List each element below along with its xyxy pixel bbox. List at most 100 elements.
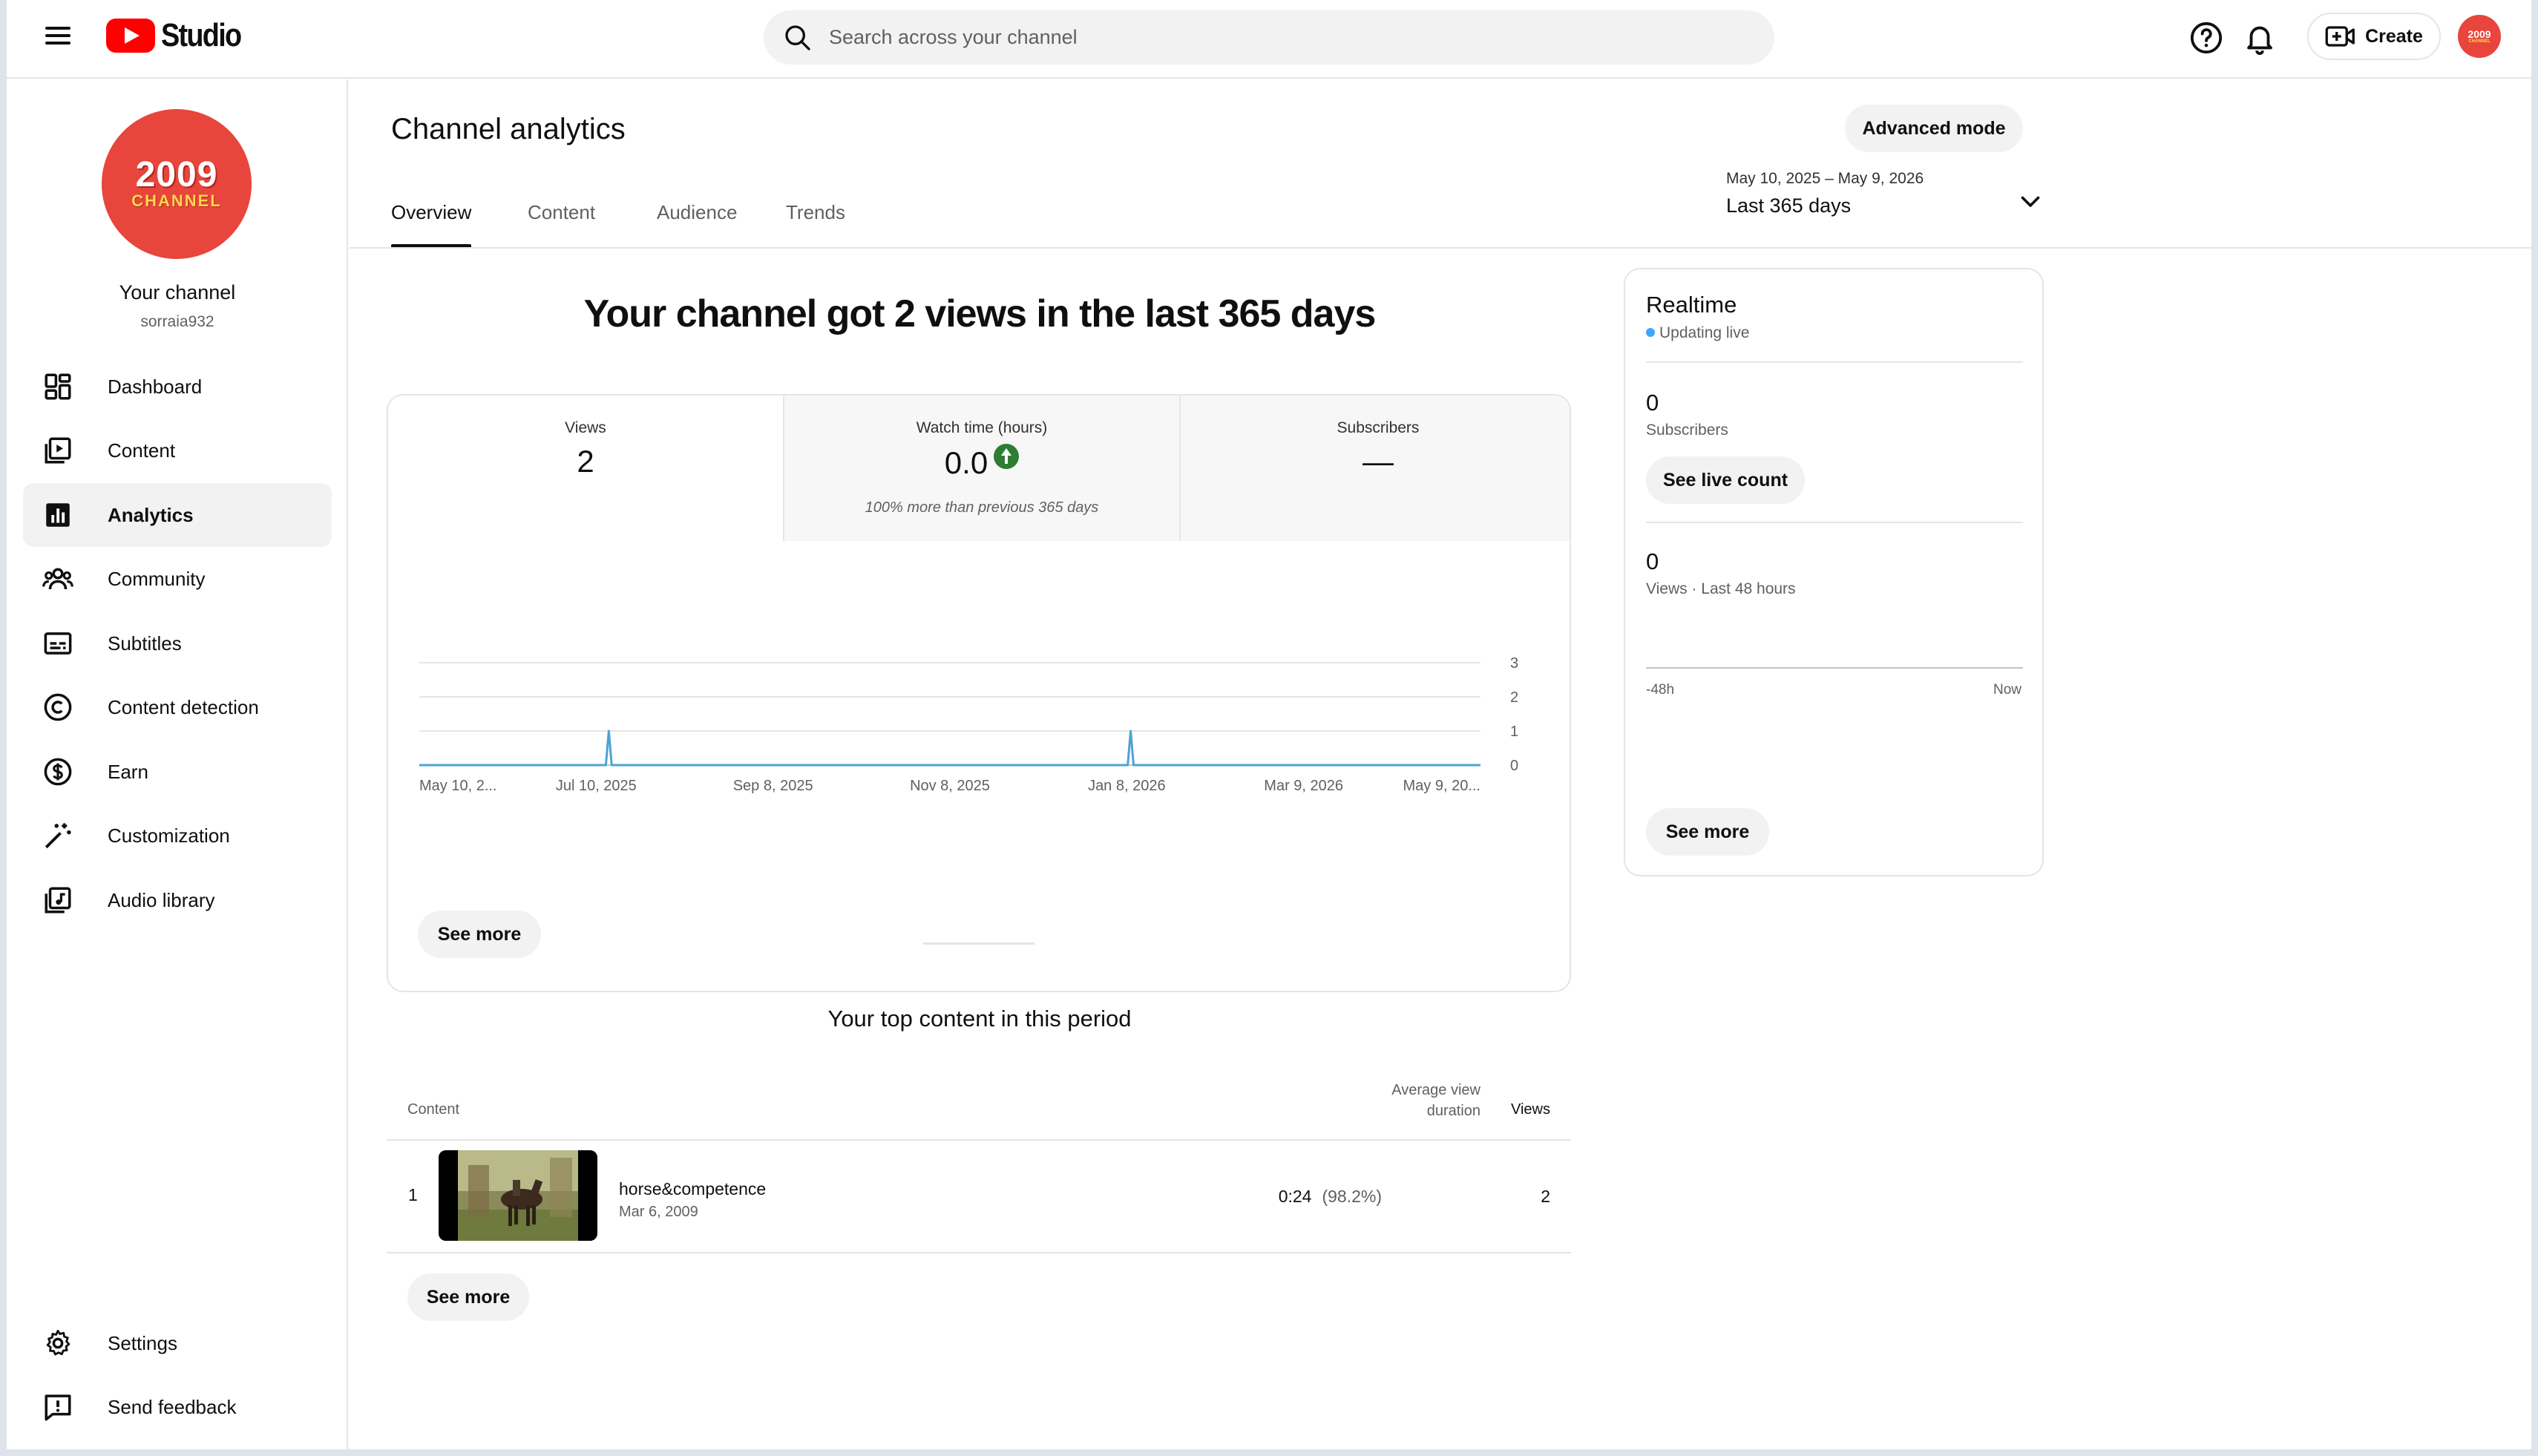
- y-tick-label: 2: [1510, 689, 1518, 706]
- metric-label: Subscribers: [1337, 419, 1420, 436]
- sidebar-item-label: Dashboard: [108, 375, 203, 398]
- studio-logo[interactable]: Studio: [106, 16, 254, 55]
- x-tick-label: Sep 8, 2025: [733, 778, 813, 794]
- search-input[interactable]: [829, 26, 1705, 49]
- realtime-status-text: Updating live: [1659, 324, 1750, 341]
- avatar-text: 2009: [2468, 27, 2491, 40]
- metric-note: 100% more than previous 365 days: [865, 499, 1099, 516]
- sidebar-item-subtitles[interactable]: Subtitles: [23, 611, 332, 675]
- realtime-title: Realtime: [1646, 292, 1737, 318]
- sidebar-item-label: Community: [108, 567, 206, 590]
- section-divider: [923, 942, 1034, 945]
- sidebar-item-earn[interactable]: Earn: [23, 740, 332, 804]
- realtime-axis-start: -48h: [1646, 682, 1675, 698]
- table-row[interactable]: 1 horse&competence Mar 6, 2009 0:24 (98.…: [387, 1141, 1571, 1253]
- video-views: 2: [1541, 1187, 1550, 1206]
- realtime-status: Updating live: [1646, 324, 1749, 342]
- x-tick-label: Jan 8, 2026: [1088, 778, 1166, 794]
- page-title: Channel analytics: [391, 113, 626, 145]
- metric-value: 0.0: [944, 445, 988, 480]
- x-tick-label: Nov 8, 2025: [910, 778, 990, 794]
- avg-view-duration: 0:24 (98.2%): [1279, 1187, 1382, 1207]
- advanced-mode-button[interactable]: Advanced mode: [1845, 105, 2023, 152]
- avg-view-duration-percent: (98.2%): [1322, 1187, 1382, 1206]
- sidebar-item-label: Audio library: [108, 888, 215, 911]
- account-avatar[interactable]: 2009 CHANNEL: [2458, 15, 2501, 58]
- sidebar-item-content[interactable]: Content: [23, 419, 332, 482]
- channel-name[interactable]: Your channel: [7, 281, 348, 304]
- create-button[interactable]: Create: [2307, 13, 2441, 60]
- sidebar-item-analytics[interactable]: Analytics: [23, 483, 332, 547]
- x-tick-label: Jul 10, 2025: [556, 778, 637, 794]
- channel-handle: sorraia932: [140, 313, 214, 330]
- tab-overview[interactable]: Overview: [391, 201, 472, 248]
- col-header-avg-view-duration[interactable]: Average view duration: [1299, 1080, 1480, 1121]
- gear-icon: [46, 1329, 70, 1356]
- table-divider: [387, 1252, 1571, 1253]
- realtime-chart-baseline[interactable]: [1646, 667, 2023, 669]
- sidebar-item-label: Content detection: [108, 695, 259, 718]
- realtime-views-value: 0: [1646, 548, 1659, 574]
- y-tick-label: 3: [1510, 655, 1518, 672]
- col-header-views[interactable]: Views: [1504, 1101, 1550, 1118]
- video-date: Mar 6, 2009: [619, 1204, 698, 1220]
- horse-thumbnail-image: [439, 1150, 597, 1241]
- realtime-views-label: Views · Last 48 hours: [1646, 580, 1796, 597]
- views-series-line[interactable]: [419, 729, 1480, 767]
- sidebar-item-label: Subtitles: [108, 632, 182, 655]
- content-icon: [45, 437, 71, 464]
- menu-icon[interactable]: [42, 22, 75, 55]
- youtube-logo-icon: [106, 19, 155, 53]
- row-rank: 1: [408, 1185, 418, 1204]
- sidebar-item-content-detection[interactable]: Content detection: [23, 675, 332, 739]
- chart-see-more-button[interactable]: See more: [418, 911, 541, 958]
- sidebar-item-label: Settings: [108, 1331, 177, 1354]
- create-label: Create: [2365, 25, 2423, 47]
- arrow-up-icon: [994, 444, 1020, 469]
- metric-value: 2: [577, 444, 594, 479]
- main-content: Channel analytics Advanced mode May 10, …: [350, 79, 2531, 1449]
- avg-view-duration-value: 0:24: [1278, 1187, 1312, 1206]
- avatar-subtext: CHANNEL: [2468, 39, 2491, 44]
- date-range-dates: May 10, 2025 – May 9, 2026: [1726, 170, 1924, 187]
- metric-watch-time[interactable]: Watch time (hours) 0.0 100% more than pr…: [784, 396, 1179, 541]
- channel-avatar[interactable]: 2009 CHANNEL: [102, 109, 252, 259]
- sidebar-item-community[interactable]: Community: [23, 547, 332, 611]
- tab-trends[interactable]: Trends: [786, 201, 845, 247]
- realtime-divider: [1646, 361, 2023, 363]
- sidebar-item-customization[interactable]: Customization: [23, 804, 332, 868]
- video-title[interactable]: horse&competence: [619, 1179, 766, 1199]
- subtitles-icon: [44, 632, 72, 655]
- col-header-content: Content: [407, 1101, 460, 1118]
- help-icon[interactable]: [2189, 21, 2223, 55]
- sidebar-item-dashboard[interactable]: Dashboard: [23, 355, 332, 419]
- sidebar-item-label: Earn: [108, 760, 148, 783]
- y-tick-label: 0: [1510, 758, 1518, 774]
- tab-audience[interactable]: Audience: [657, 201, 737, 247]
- bell-icon[interactable]: [2243, 21, 2277, 55]
- metric-views[interactable]: Views 2: [388, 396, 783, 541]
- realtime-see-more-button[interactable]: See more: [1646, 808, 1769, 856]
- see-live-count-button[interactable]: See live count: [1646, 456, 1805, 504]
- search-icon[interactable]: [783, 23, 813, 53]
- top-content-see-more-button[interactable]: See more: [407, 1273, 529, 1321]
- metric-subscribers[interactable]: Subscribers —: [1181, 396, 1570, 541]
- metric-label: Watch time (hours): [916, 419, 1048, 436]
- tab-content[interactable]: Content: [528, 201, 595, 247]
- realtime-subscribers-label: Subscribers: [1646, 422, 1728, 439]
- sidebar-item-settings[interactable]: Settings: [23, 1311, 332, 1375]
- x-tick-label: Mar 9, 2026: [1264, 778, 1343, 794]
- sidebar-item-send-feedback[interactable]: Send feedback: [23, 1375, 332, 1439]
- search-bar[interactable]: [764, 10, 1774, 65]
- realtime-subscribers-value: 0: [1646, 390, 1659, 416]
- x-tick-label: May 10, 2...: [419, 778, 497, 794]
- sidebar-item-label: Content: [108, 439, 176, 462]
- views-line-chart[interactable]: 0 1 2 3 May 10, 2... Jul 10, 2025 Sep 8, 2025 N…: [388, 541, 1571, 830]
- video-thumbnail[interactable]: [439, 1150, 597, 1241]
- sidebar-item-audio-library[interactable]: Audio library: [23, 868, 332, 932]
- magic-wand-icon: [45, 823, 71, 849]
- create-video-icon: [2325, 26, 2355, 47]
- date-range-picker[interactable]: May 10, 2025 – May 9, 2026 Last 365 days: [1726, 170, 2053, 232]
- date-range-label: Last 365 days: [1726, 194, 1852, 217]
- realtime-axis-end: Now: [1993, 682, 2021, 698]
